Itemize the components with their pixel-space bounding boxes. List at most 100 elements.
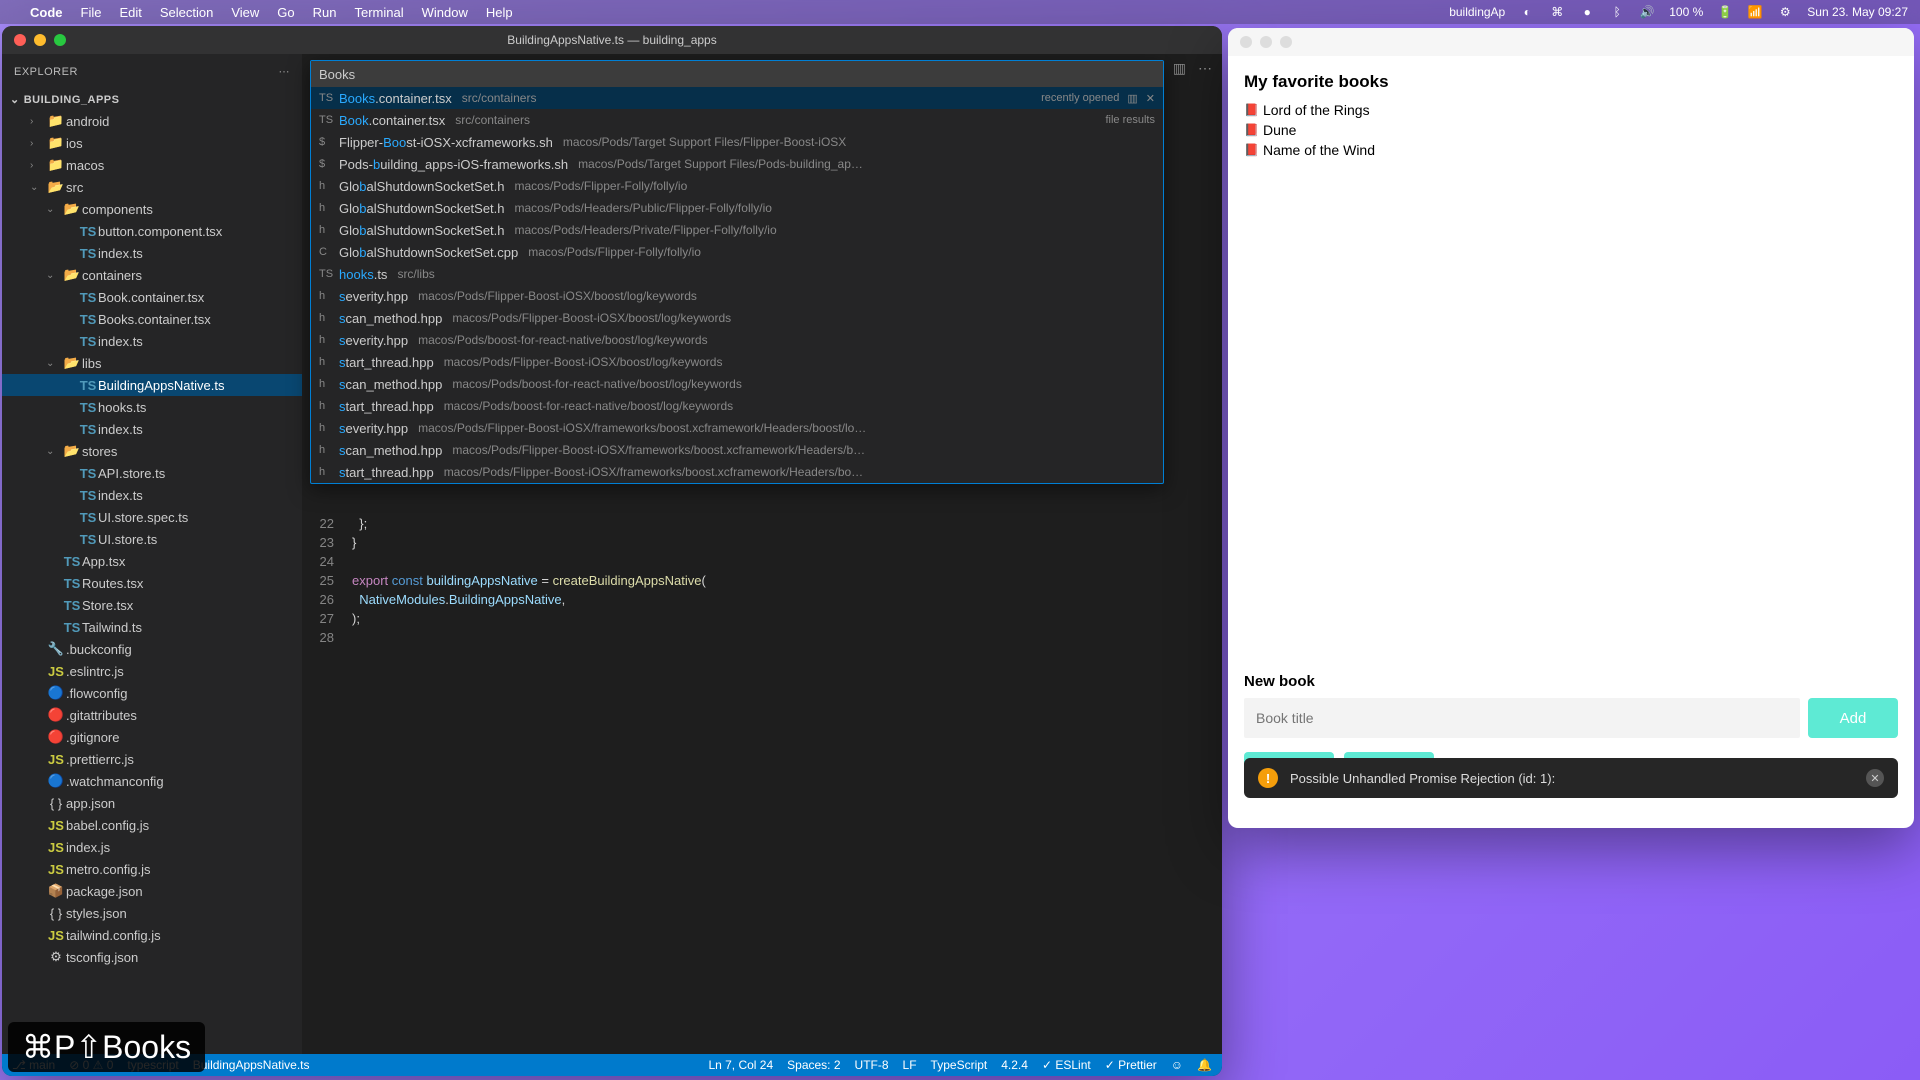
quick-open-input[interactable] [311,61,1163,87]
quick-open-result[interactable]: hGlobalShutdownSocketSet.hmacos/Pods/Fli… [311,175,1163,197]
status-encoding[interactable]: UTF-8 [855,1058,889,1072]
book-item[interactable]: 📕Lord of the Rings [1244,100,1898,120]
menu-file[interactable]: File [81,5,102,20]
book-item[interactable]: 📕Dune [1244,120,1898,140]
file-Tailwind.ts[interactable]: TSTailwind.ts [2,616,302,638]
add-button[interactable]: Add [1808,698,1898,738]
menu-go[interactable]: Go [277,5,294,20]
explorer-more-icon[interactable]: ⋯ [279,65,291,78]
file-.watchmanconfig[interactable]: 🔵.watchmanconfig [2,770,302,792]
preview-maximize-button[interactable] [1280,36,1292,48]
file-.eslintrc.js[interactable]: JS.eslintrc.js [2,660,302,682]
folder-stores[interactable]: ⌄📂stores [2,440,302,462]
file-index.ts[interactable]: TSindex.ts [2,418,302,440]
folder-ios[interactable]: ›📁ios [2,132,302,154]
file-Store.tsx[interactable]: TSStore.tsx [2,594,302,616]
vscode-titlebar[interactable]: BuildingAppsNative.ts — building_apps [2,26,1222,54]
file-API.store.ts[interactable]: TSAPI.store.ts [2,462,302,484]
file-app.json[interactable]: { }app.json [2,792,302,814]
folder-components[interactable]: ⌄📂components [2,198,302,220]
file-.buckconfig[interactable]: 🔧.buckconfig [2,638,302,660]
status-ts-version[interactable]: 4.2.4 [1001,1058,1028,1072]
wifi-icon[interactable]: 📶 [1747,4,1763,20]
menu-help[interactable]: Help [486,5,513,20]
file-index.js[interactable]: JSindex.js [2,836,302,858]
file-package.json[interactable]: 📦package.json [2,880,302,902]
status-eol[interactable]: LF [903,1058,917,1072]
project-root[interactable]: ⌄ BUILDING_APPS [2,89,302,110]
file-UI.store.spec.ts[interactable]: TSUI.store.spec.ts [2,506,302,528]
menu-terminal[interactable]: Terminal [355,5,404,20]
preview-minimize-button[interactable] [1260,36,1272,48]
status-prettier[interactable]: ✓ Prettier [1105,1058,1157,1072]
file-.flowconfig[interactable]: 🔵.flowconfig [2,682,302,704]
file-App.tsx[interactable]: TSApp.tsx [2,550,302,572]
menu-window[interactable]: Window [422,5,468,20]
status-eslint[interactable]: ✓ ESLint [1042,1058,1091,1072]
quick-open-result[interactable]: $Flipper-Boost-iOSX-xcframeworks.shmacos… [311,131,1163,153]
file-index.ts[interactable]: TSindex.ts [2,330,302,352]
status-file[interactable]: BuildingAppsNative.ts [193,1058,310,1072]
folder-libs[interactable]: ⌄📂libs [2,352,302,374]
file-Routes.tsx[interactable]: TSRoutes.tsx [2,572,302,594]
quick-open-result[interactable]: hseverity.hppmacos/Pods/boost-for-react-… [311,329,1163,351]
preview-close-button[interactable] [1240,36,1252,48]
folder-containers[interactable]: ⌄📂containers [2,264,302,286]
book-item[interactable]: 📕Name of the Wind [1244,140,1898,160]
quick-open-result[interactable]: hGlobalShutdownSocketSet.hmacos/Pods/Hea… [311,197,1163,219]
control-center-icon[interactable]: ⚙ [1777,4,1793,20]
status-icon[interactable]: ● [1579,4,1595,20]
quick-open-result[interactable]: TShooks.tssrc/libs [311,263,1163,285]
volume-icon[interactable]: 🔊 [1639,4,1655,20]
code-editor[interactable]: 22 };23}2425export const buildingAppsNat… [302,514,1222,1054]
quick-open-result[interactable]: hscan_method.hppmacos/Pods/boost-for-rea… [311,373,1163,395]
window-minimize-button[interactable] [34,34,46,46]
file-UI.store.ts[interactable]: TSUI.store.ts [2,528,302,550]
file-.prettierrc.js[interactable]: JS.prettierrc.js [2,748,302,770]
folder-src[interactable]: ⌄📂src [2,176,302,198]
menubar-running-app[interactable]: buildingAp [1449,5,1505,19]
file-tailwind.config.js[interactable]: JStailwind.config.js [2,924,302,946]
file-.gitattributes[interactable]: 🔴.gitattributes [2,704,302,726]
menu-selection[interactable]: Selection [160,5,213,20]
quick-open-result[interactable]: CGlobalShutdownSocketSet.cppmacos/Pods/F… [311,241,1163,263]
battery-percent[interactable]: 100 % [1669,5,1703,19]
quick-open-result[interactable]: TSBooks.container.tsxsrc/containersrecen… [311,87,1163,109]
split-editor-icon[interactable]: ▥ [1173,60,1186,77]
quick-open-result[interactable]: hseverity.hppmacos/Pods/Flipper-Boost-iO… [311,285,1163,307]
file-button.component.tsx[interactable]: TSbutton.component.tsx [2,220,302,242]
status-cursor-pos[interactable]: Ln 7, Col 24 [708,1058,773,1072]
menu-view[interactable]: View [231,5,259,20]
file-Books.container.tsx[interactable]: TSBooks.container.tsx [2,308,302,330]
status-spaces[interactable]: Spaces: 2 [787,1058,840,1072]
toast-close-button[interactable]: ✕ [1866,769,1884,787]
file-tsconfig.json[interactable]: ⚙tsconfig.json [2,946,302,968]
file-index.ts[interactable]: TSindex.ts [2,484,302,506]
quick-open-result[interactable]: hstart_thread.hppmacos/Pods/boost-for-re… [311,395,1163,417]
folder-android[interactable]: ›📁android [2,110,302,132]
quick-open-result[interactable]: $Pods-building_apps-iOS-frameworks.shmac… [311,153,1163,175]
menu-edit[interactable]: Edit [119,5,141,20]
file-babel.config.js[interactable]: JSbabel.config.js [2,814,302,836]
file-metro.config.js[interactable]: JSmetro.config.js [2,858,302,880]
file-.gitignore[interactable]: 🔴.gitignore [2,726,302,748]
status-language[interactable]: TypeScript [931,1058,988,1072]
quick-open-result[interactable]: hscan_method.hppmacos/Pods/Flipper-Boost… [311,439,1163,461]
menubar-datetime[interactable]: Sun 23. May 09:27 [1807,5,1908,19]
book-title-input[interactable] [1244,698,1800,738]
preview-titlebar[interactable] [1228,28,1914,56]
quick-open-result[interactable]: hseverity.hppmacos/Pods/Flipper-Boost-iO… [311,417,1163,439]
file-index.ts[interactable]: TSindex.ts [2,242,302,264]
menubar-app-name[interactable]: Code [30,5,63,20]
quick-open-result[interactable]: TSBook.container.tsxsrc/containersfile r… [311,109,1163,131]
file-Book.container.tsx[interactable]: TSBook.container.tsx [2,286,302,308]
bluetooth-icon[interactable]: ᛒ [1609,4,1625,20]
window-close-button[interactable] [14,34,26,46]
file-hooks.ts[interactable]: TShooks.ts [2,396,302,418]
quick-open-result[interactable]: hscan_method.hppmacos/Pods/Flipper-Boost… [311,307,1163,329]
quick-open-result[interactable]: hstart_thread.hppmacos/Pods/Flipper-Boos… [311,461,1163,483]
menu-run[interactable]: Run [313,5,337,20]
status-feedback-icon[interactable]: ☺ [1171,1058,1183,1072]
keyboard-icon[interactable]: ⌘ [1549,4,1565,20]
quick-open-result[interactable]: hGlobalShutdownSocketSet.hmacos/Pods/Hea… [311,219,1163,241]
